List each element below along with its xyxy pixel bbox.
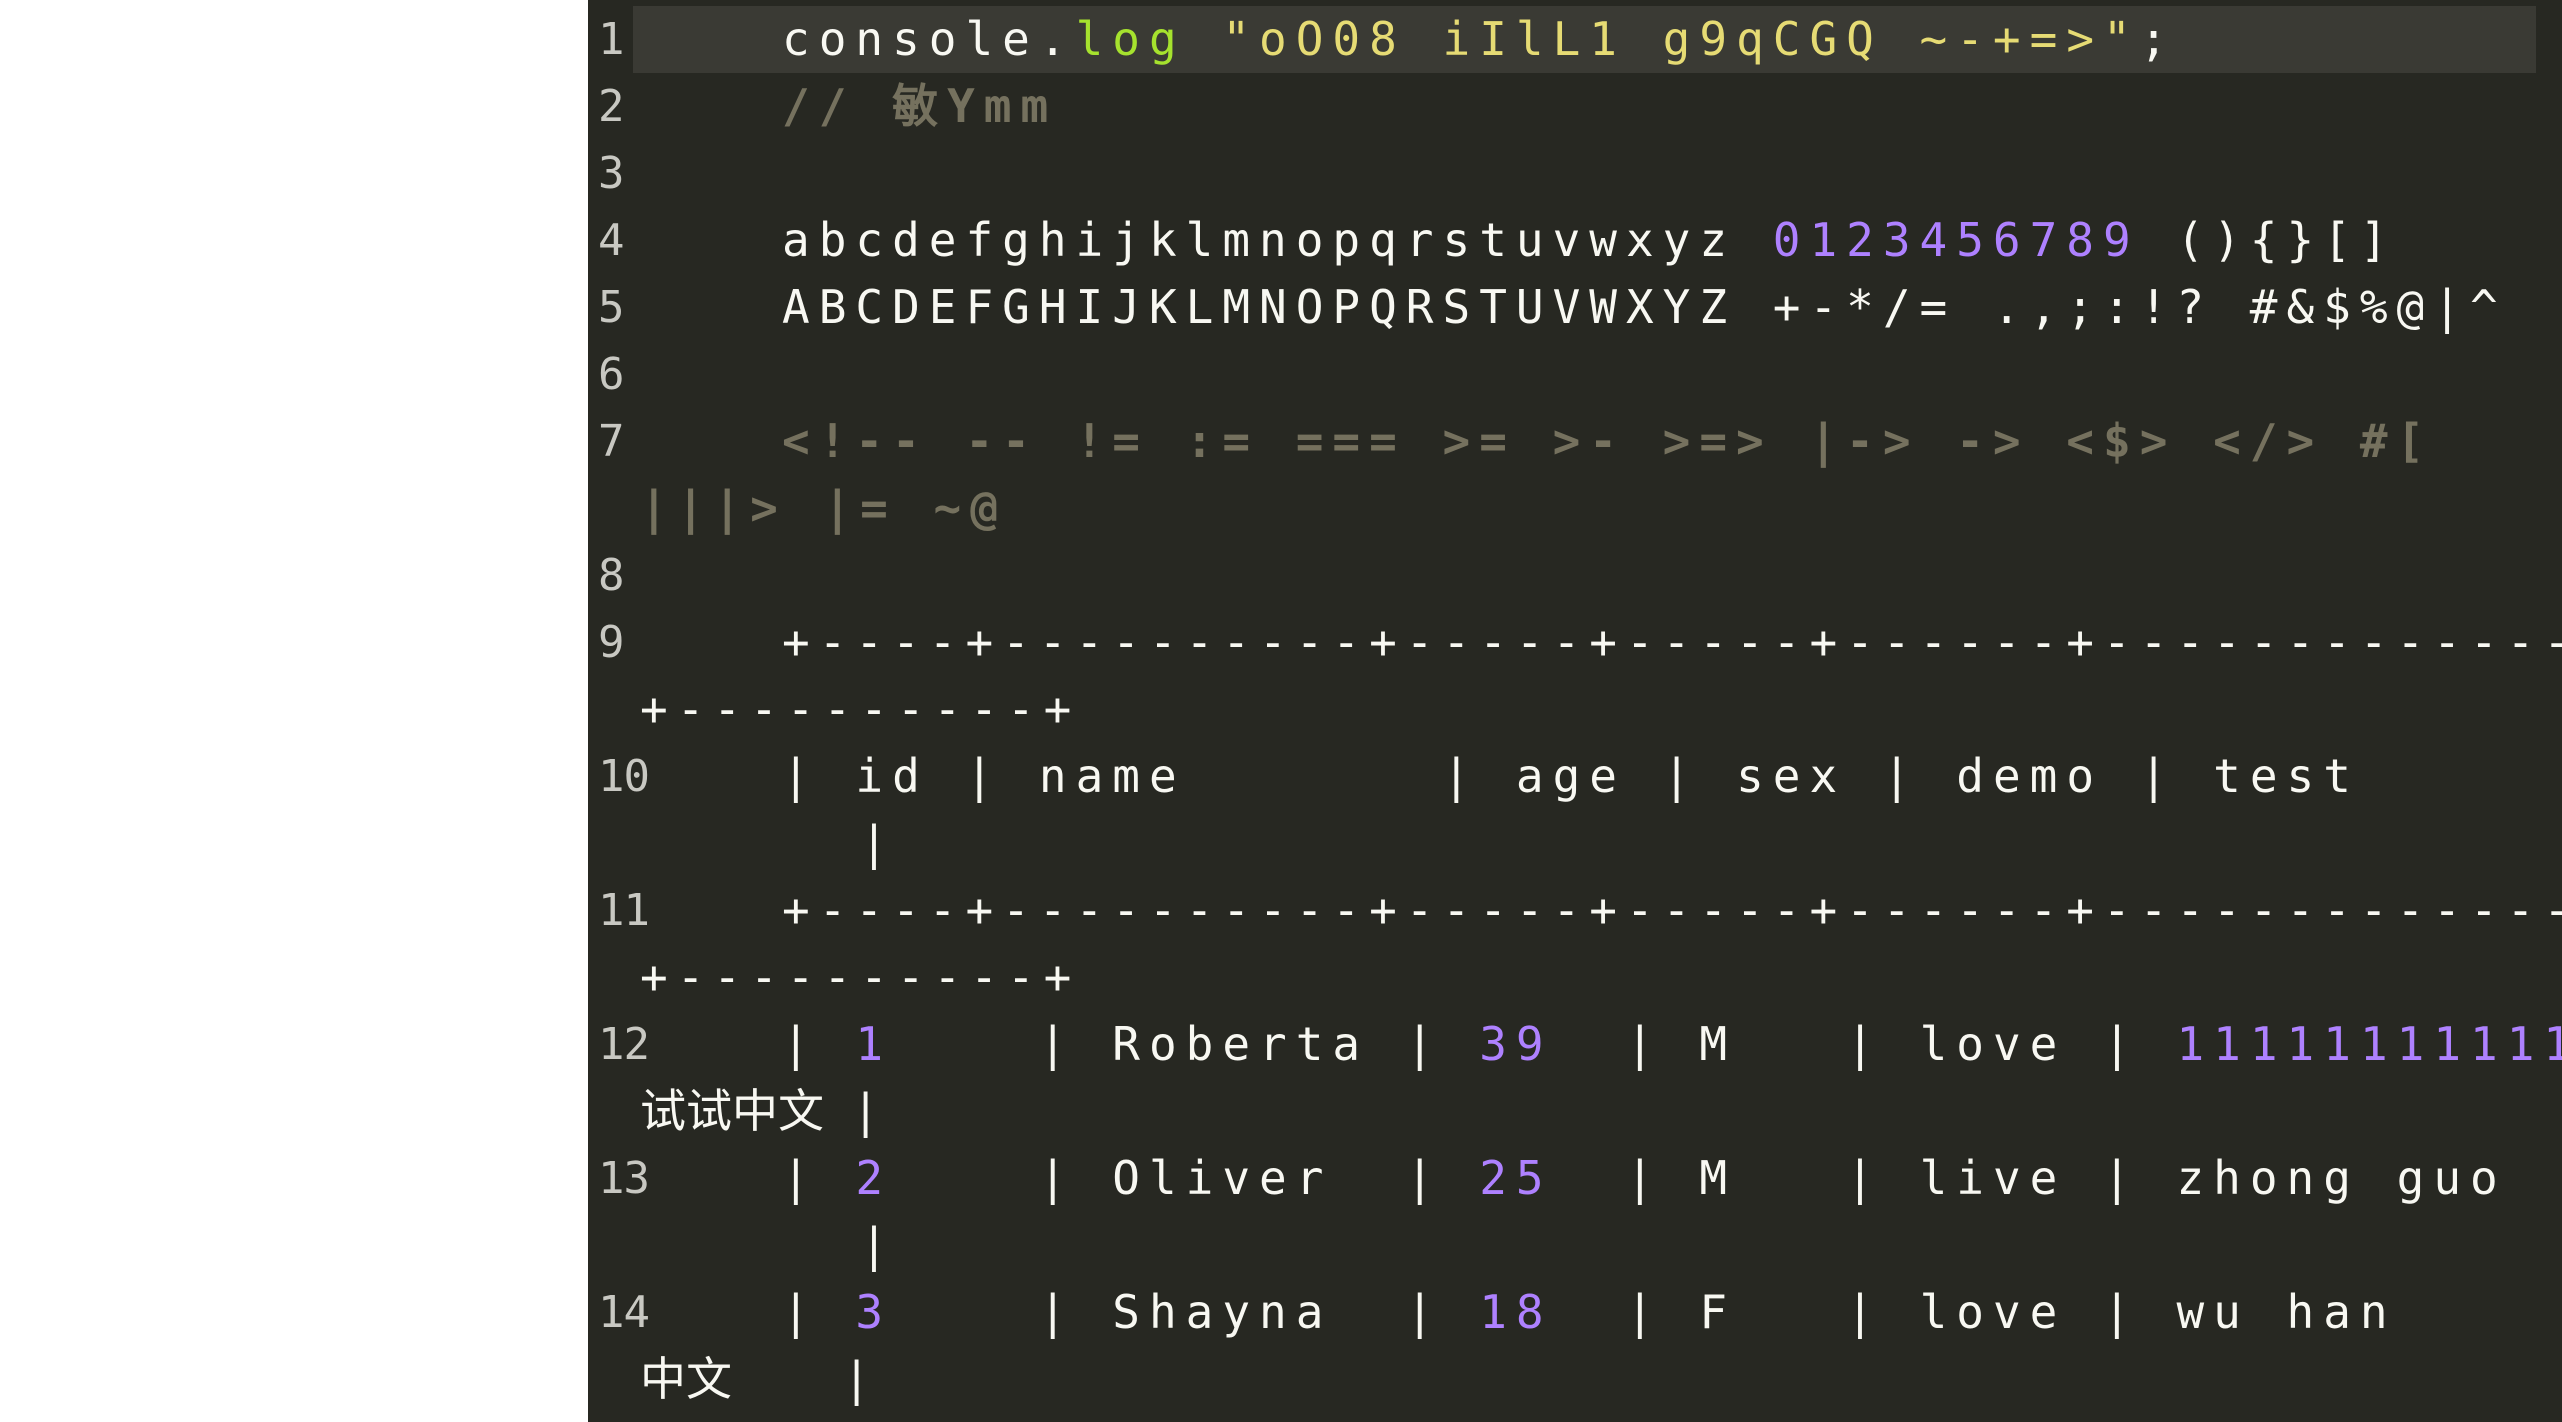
code-text: abcdefghijklmnopqrstuvwxyz 0123456789 ()… xyxy=(782,207,2397,274)
line-number: 10 xyxy=(598,751,650,802)
pipe: | xyxy=(928,749,1039,803)
table-header-wrap: | xyxy=(640,816,897,870)
row-id: 1 xyxy=(855,1017,893,1071)
code-line-10-wrap[interactable]: | xyxy=(588,810,2562,877)
line-number: 5 xyxy=(598,282,624,333)
line-number: 1 xyxy=(598,14,624,65)
table-header: | id | name | age | sex | demo | test | xyxy=(782,743,2562,810)
line-number: 9 xyxy=(598,617,624,668)
pipe: | xyxy=(1626,749,1737,803)
code-line-7-wrap[interactable]: |||> |= ~@ xyxy=(588,475,2562,542)
digits: 0123456789 xyxy=(1772,213,2140,267)
row-sex: M xyxy=(1699,1151,1737,1205)
pipe: | xyxy=(2103,749,2214,803)
row-wrap: | xyxy=(640,1218,897,1272)
table-separator: +----+----------+-----+-----+------+----… xyxy=(782,883,2562,937)
row-wrap: 中文 | xyxy=(640,1352,871,1406)
row-sex: F xyxy=(1699,1285,1737,1339)
header-name: name xyxy=(1038,749,1186,803)
code-line-2[interactable]: 2 // 敏Ymm xyxy=(588,73,2562,140)
line-number: 11 xyxy=(598,885,650,936)
row-age: 25 xyxy=(1479,1151,1553,1205)
row-age: 39 xyxy=(1479,1017,1553,1071)
code-line-8[interactable]: 8 xyxy=(588,542,2562,609)
table-row: | 2 | Oliver | 25 | M | live | zhong guo… xyxy=(782,1151,2507,1205)
code-line-13[interactable]: 13 | 2 | Oliver | 25 | M | live | zhong … xyxy=(588,1145,2562,1212)
code-line-12[interactable]: 12 | 1 | Roberta | 39 | M | love | 11111… xyxy=(588,1011,2562,1078)
code-line-5[interactable]: 5 ABCDEFGHIJKLMNOPQRSTUVWXYZ +-*/= .,;:!… xyxy=(588,274,2562,341)
header-age: age xyxy=(1515,749,1626,803)
pipe: | xyxy=(2360,749,2562,803)
line-number: 6 xyxy=(598,349,624,400)
code-line-7[interactable]: 7 <!-- -- != := === >= >- >=> |-> -> <$>… xyxy=(588,408,2562,475)
brackets: (){}[] xyxy=(2139,213,2397,267)
table-separator-wrap: +----------+ xyxy=(640,682,1081,736)
row-sex: M xyxy=(1699,1017,1737,1071)
code-line-4[interactable]: 4 abcdefghijklmnopqrstuvwxyz 0123456789 … xyxy=(588,207,2562,274)
uppercase-and-symbols: ABCDEFGHIJKLMNOPQRSTUVWXYZ +-*/= .,;:!? … xyxy=(782,280,2507,334)
row-wrap: 试试中文 | xyxy=(640,1084,880,1138)
line-number: 13 xyxy=(598,1153,650,1204)
line-number: 4 xyxy=(598,215,624,266)
code-line-12-wrap[interactable]: 试试中文 | xyxy=(588,1078,2562,1145)
pipe: | xyxy=(1185,749,1516,803)
table-separator: +----+----------+-----+-----+------+----… xyxy=(782,615,2562,669)
row-demo: love xyxy=(1919,1017,2067,1071)
line-number: 12 xyxy=(598,1019,650,1070)
code-text: console.log "oO08 iIlL1 g9qCGQ ~-+=>"; xyxy=(782,6,2176,73)
row-name: Oliver xyxy=(1112,1151,1333,1205)
table-row: | 3 | Shayna | 18 | F | love | wu han | xyxy=(782,1285,2397,1339)
row-test: wu han xyxy=(2176,1285,2397,1339)
semicolon: ; xyxy=(2139,12,2177,66)
code-line-3[interactable]: 3 xyxy=(588,140,2562,207)
code-line-14-wrap[interactable]: 中文 | xyxy=(588,1346,2562,1413)
line-number: 3 xyxy=(598,148,624,199)
row-age: 18 xyxy=(1479,1285,1553,1339)
ligature-samples-wrap: |||> |= ~@ xyxy=(640,481,1007,535)
pipe: | xyxy=(1846,749,1957,803)
row-id: 2 xyxy=(855,1151,893,1205)
header-sex: sex xyxy=(1736,749,1847,803)
code-line-9[interactable]: 9 +----+----------+-----+-----+------+--… xyxy=(588,609,2562,676)
comment: // 敏Ymm xyxy=(782,79,1058,133)
row-demo: love xyxy=(1919,1285,2067,1339)
header-id: id xyxy=(855,749,929,803)
code-line-1[interactable]: 1 console.log "oO08 iIlL1 g9qCGQ ~-+=>"; xyxy=(588,6,2562,73)
row-test: zhong guo xyxy=(2176,1151,2507,1205)
header-test: test xyxy=(2213,749,2360,803)
row-id: 3 xyxy=(855,1285,893,1339)
code-editor[interactable]: 1 console.log "oO08 iIlL1 g9qCGQ ~-+=>";… xyxy=(588,0,2562,1422)
code-line-13-wrap[interactable]: | xyxy=(588,1212,2562,1279)
console-object: console. xyxy=(782,12,1076,66)
ligature-samples: <!-- -- != := === >= >- >=> |-> -> <$> <… xyxy=(782,414,2434,468)
row-name: Roberta xyxy=(1112,1017,1370,1071)
table-separator-wrap: +----------+ xyxy=(640,950,1081,1004)
log-method: log xyxy=(1075,12,1186,66)
code-line-9-wrap[interactable]: +----------+ xyxy=(588,676,2562,743)
line-number: 7 xyxy=(598,416,624,467)
code-line-14[interactable]: 14 | 3 | Shayna | 18 | F | love | wu han… xyxy=(588,1279,2562,1346)
string-literal: "oO08 iIlL1 g9qCGQ ~-+=>" xyxy=(1185,12,2140,66)
row-name: Shayna xyxy=(1112,1285,1333,1339)
table-row: | 1 | Roberta | 39 | M | love | 11111111… xyxy=(782,1011,2562,1078)
line-number: 2 xyxy=(598,81,624,132)
lowercase-letters: abcdefghijklmnopqrstuvwxyz xyxy=(782,213,1773,267)
code-line-10[interactable]: 10 | id | name | age | sex | demo | test… xyxy=(588,743,2562,810)
line-number: 14 xyxy=(598,1287,650,1338)
header-demo: demo xyxy=(1956,749,2104,803)
row-demo: live xyxy=(1919,1151,2067,1205)
line-number: 8 xyxy=(598,550,624,601)
code-line-11[interactable]: 11 +----+----------+-----+-----+------+-… xyxy=(588,877,2562,944)
code-line-6[interactable]: 6 xyxy=(588,341,2562,408)
row-test: 11111111111 xyxy=(2176,1017,2562,1071)
code-line-11-wrap[interactable]: +----------+ xyxy=(588,944,2562,1011)
pipe: | xyxy=(782,749,856,803)
